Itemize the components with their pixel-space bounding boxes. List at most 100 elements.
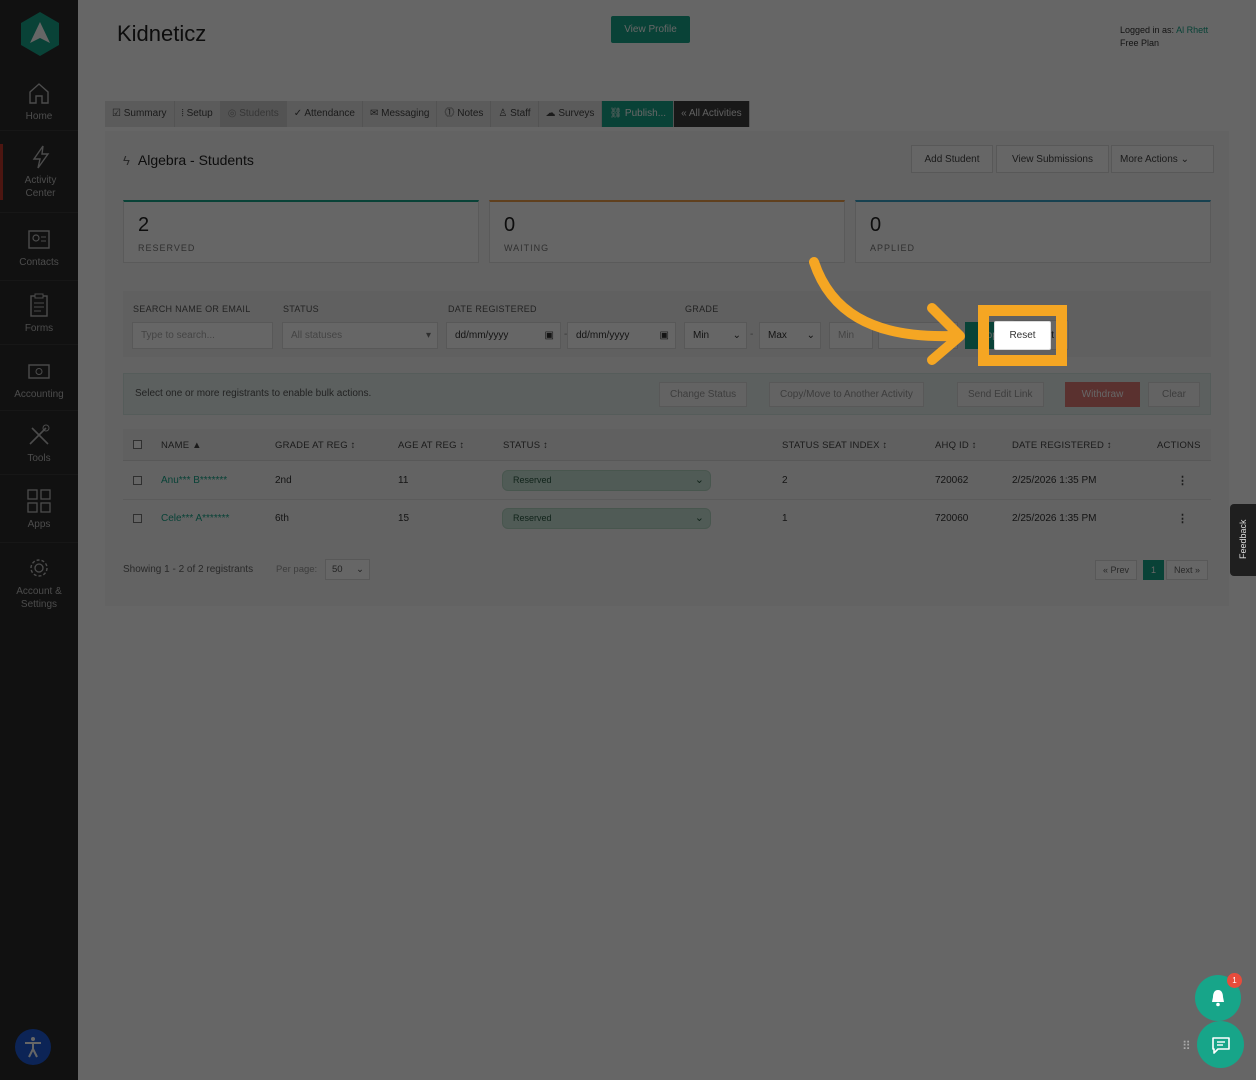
tab-notes[interactable]: ⓵ Notes — [437, 101, 492, 127]
tab-students[interactable]: ◎ Students — [220, 101, 287, 127]
select-all-checkbox[interactable] — [133, 440, 142, 449]
callout-arrow-icon — [809, 257, 965, 365]
withdraw-button[interactable]: Withdraw — [1065, 382, 1140, 407]
row-checkbox[interactable] — [133, 514, 142, 523]
highlight-box — [978, 305, 1067, 366]
sidebar-item-apps[interactable]: Apps — [0, 488, 78, 531]
registrant-name-link[interactable]: Anu*** B******* — [161, 475, 227, 486]
summary-icon: ☑ — [112, 108, 121, 119]
feedback-tab[interactable]: Feedback — [1230, 504, 1256, 576]
sidebar-item-activity-center[interactable]: Activity Center — [0, 144, 78, 200]
tab-label: Staff — [510, 108, 531, 119]
page-1-button[interactable]: 1 — [1143, 560, 1165, 580]
sidebar-item-accounting[interactable]: Accounting — [0, 358, 78, 401]
col-status[interactable]: STATUS ↕ — [503, 440, 548, 451]
envelope-icon: ✉ — [369, 108, 379, 119]
apps-grid-icon — [27, 489, 51, 513]
seat-index-cell: 1 — [782, 513, 788, 524]
date-to-input[interactable]: dd/mm/yyyy ▣ — [567, 322, 676, 349]
more-actions-button[interactable]: More Actions ⌄ — [1111, 145, 1214, 173]
grade-min-select[interactable]: Min ⌄ — [684, 322, 747, 349]
caret-down-icon: ▾ — [425, 330, 431, 341]
prev-page-button[interactable]: « Prev — [1095, 560, 1138, 580]
logged-in-label: Logged in as: — [1120, 25, 1175, 35]
ahq-id-cell: 720060 — [935, 513, 969, 524]
sidebar-item-home[interactable]: Home — [0, 80, 78, 123]
tab-label: Surveys — [558, 108, 595, 119]
stat-card-reserved: 2 RESERVED — [123, 200, 479, 263]
col-date-registered[interactable]: DATE REGISTERED ↕ — [1012, 440, 1112, 451]
setup-icon: ⦙ — [181, 108, 184, 119]
stat-value: 0 — [870, 214, 882, 236]
row-checkbox[interactable] — [133, 476, 142, 485]
col-seat-index[interactable]: STATUS SEAT INDEX ↕ — [782, 440, 888, 451]
col-age[interactable]: AGE AT REG ↕ — [398, 440, 464, 451]
status-dropdown[interactable]: Reserved ⌄ — [502, 470, 711, 491]
tab-label: Publish... — [624, 108, 667, 119]
tab-surveys[interactable]: ☁ Surveys — [538, 101, 603, 127]
status-value: Reserved — [513, 475, 552, 485]
link-icon: ⛓ — [609, 108, 623, 119]
stat-label: RESERVED — [138, 243, 196, 253]
activity-tabs: ☑ Summary ⦙ Setup ◎ Students ✓ Attendanc… — [105, 101, 750, 127]
change-status-button[interactable]: Change Status — [659, 382, 748, 407]
sidebar-item-tools[interactable]: Tools — [0, 422, 78, 465]
stat-label: WAITING — [504, 243, 550, 253]
sidebar-item-label: Contacts — [19, 257, 59, 268]
tab-messaging[interactable]: ✉ Messaging — [362, 101, 438, 127]
tab-staff[interactable]: ♙ Staff — [491, 101, 539, 127]
drag-handle-icon[interactable]: ⠿ — [1182, 1039, 1194, 1057]
col-name[interactable]: NAME ▲ — [161, 440, 202, 451]
sidebar-item-account-settings[interactable]: Account & Settings — [0, 555, 78, 611]
feedback-label: Feedback — [1238, 519, 1248, 559]
date-from-value: dd/mm/yyyy — [455, 330, 509, 341]
age-cell: 11 — [398, 475, 409, 486]
per-page-label: Per page: — [276, 564, 318, 575]
user-link[interactable]: Al Rhett — [1176, 25, 1208, 35]
tab-summary[interactable]: ☑ Summary — [105, 101, 175, 127]
calendar-icon[interactable]: ▣ — [545, 323, 554, 348]
send-edit-link-button[interactable]: Send Edit Link — [957, 382, 1044, 407]
date-from-input[interactable]: dd/mm/yyyy ▣ — [446, 322, 561, 349]
sidebar-item-label: Activity Center — [24, 175, 57, 199]
panel-title-text: Algebra - Students — [137, 152, 254, 168]
sidebar-item-label: Tools — [27, 453, 51, 464]
chevron-down-icon: ⌄ — [694, 512, 704, 524]
registrant-name-link[interactable]: Cele*** A******* — [161, 513, 229, 524]
sidebar-item-label: Home — [25, 111, 53, 122]
grade-cell: 6th — [275, 513, 289, 524]
sidebar-item-forms[interactable]: Forms — [0, 292, 78, 335]
app-logo-icon[interactable] — [19, 10, 61, 58]
date-to-value: dd/mm/yyyy — [576, 330, 630, 341]
tab-setup[interactable]: ⦙ Setup — [174, 101, 221, 127]
col-grade[interactable]: GRADE AT REG ↕ — [275, 440, 356, 451]
tab-label: Attendance — [304, 108, 355, 119]
clear-button[interactable]: Clear — [1148, 382, 1200, 407]
status-select[interactable]: All statuses ▾ — [282, 322, 438, 349]
next-page-button[interactable]: Next » — [1166, 560, 1209, 580]
accessibility-button[interactable] — [15, 1029, 51, 1065]
seat-index-cell: 2 — [782, 475, 788, 486]
add-student-button[interactable]: Add Student — [911, 145, 993, 173]
tab-all-activities[interactable]: « All Activities — [674, 101, 750, 127]
stat-value: 2 — [138, 214, 150, 236]
chevron-down-icon: ⌄ — [732, 330, 741, 341]
status-select-value: All statuses — [291, 330, 343, 341]
search-input[interactable]: Type to search... — [132, 322, 273, 349]
bolt-icon: ϟ — [123, 153, 130, 168]
copy-move-button[interactable]: Copy/Move to Another Activity — [769, 382, 924, 407]
per-page-select[interactable]: 50 ⌄ — [325, 559, 370, 580]
view-submissions-button[interactable]: View Submissions — [996, 145, 1109, 173]
sidebar-item-contacts[interactable]: Contacts — [0, 226, 78, 269]
tab-attendance[interactable]: ✓ Attendance — [286, 101, 363, 127]
chat-button[interactable] — [1197, 1021, 1244, 1068]
tab-publish[interactable]: ⛓ Publish... — [602, 101, 675, 127]
view-profile-button[interactable]: View Profile — [611, 16, 690, 43]
status-dropdown[interactable]: Reserved ⌄ — [502, 508, 711, 529]
date-cell: 2/25/2026 1:35 PM — [1012, 475, 1097, 486]
row-actions-menu-icon[interactable]: ⋮ — [1177, 474, 1188, 487]
col-ahq-id[interactable]: AHQ ID ↕ — [935, 440, 977, 451]
tab-label: Messaging — [381, 108, 430, 119]
row-actions-menu-icon[interactable]: ⋮ — [1177, 512, 1188, 525]
calendar-icon[interactable]: ▣ — [660, 323, 669, 348]
